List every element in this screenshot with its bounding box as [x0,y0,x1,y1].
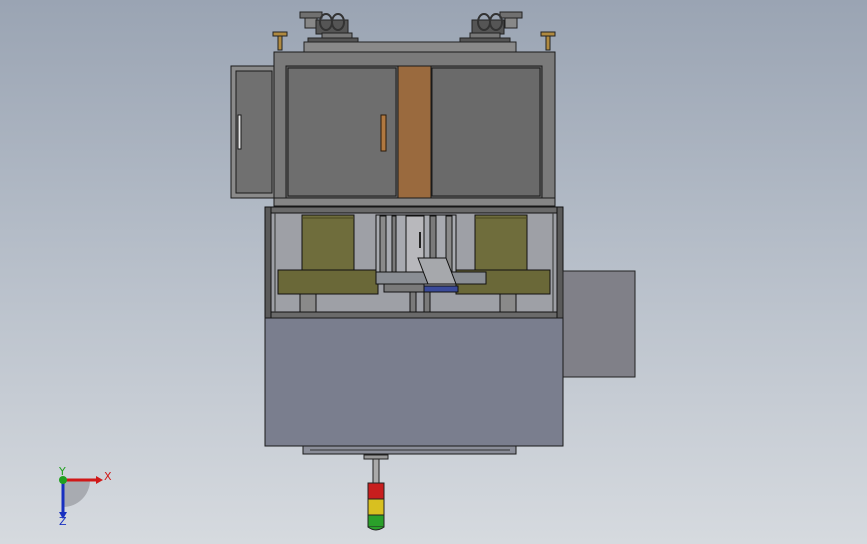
machine-assembly-drawing[interactable]: X Y Z [0,0,867,544]
upper-cabinet [230,51,556,207]
z-axis-label: Z [59,515,67,528]
x-axis-label: X [104,470,112,483]
base-cabinet [264,317,564,455]
axis-triad[interactable]: X Y Z [58,465,112,528]
x-axis-arrowhead [96,476,103,484]
mechanism-frame [264,206,564,320]
triad-quadrant [63,480,90,507]
y-axis-label: Y [58,465,66,478]
stack-light [363,454,389,531]
stack-light-red [367,482,385,500]
cad-viewport[interactable]: X Y Z [0,0,867,544]
stack-light-yellow [367,498,385,516]
stack-light-green [367,514,385,528]
top-fixtures [272,11,556,53]
